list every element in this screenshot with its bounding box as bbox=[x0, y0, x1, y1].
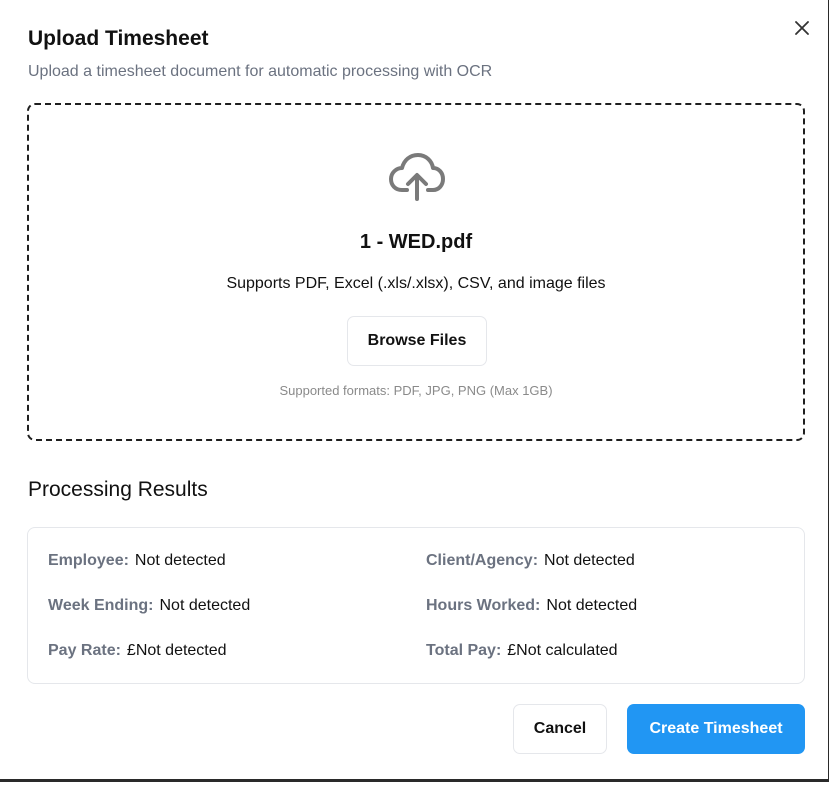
pay-rate-value: £Not detected bbox=[126, 642, 227, 659]
cloud-upload-icon bbox=[389, 153, 445, 201]
week-ending-value: Not detected bbox=[159, 597, 251, 614]
total-pay-value: £Not calculated bbox=[507, 642, 618, 659]
employee-value: Not detected bbox=[134, 552, 226, 569]
total-pay-label: Total Pay: bbox=[426, 642, 502, 659]
client-agency-value: Not detected bbox=[544, 552, 635, 569]
employee-label: Employee: bbox=[48, 552, 129, 569]
processing-results-card: Employee: Not detected Client/Agency: Not … bbox=[27, 527, 805, 684]
dialog-title: Upload Timesheet bbox=[28, 27, 209, 50]
supported-types-text: Supports PDF, Excel (.xls/.xlsx), CSV, a… bbox=[226, 275, 606, 292]
supported-formats-hint: Supported formats: PDF, JPG, PNG (Max 1G… bbox=[279, 383, 553, 398]
hours-worked-value: Not detected bbox=[546, 597, 638, 614]
hours-worked-field: Hours Worked: Not detected bbox=[426, 597, 637, 615]
create-timesheet-button[interactable]: Create Timesheet bbox=[627, 704, 805, 754]
week-ending-label: Week Ending: bbox=[48, 597, 154, 614]
browse-files-button[interactable]: Browse Files bbox=[347, 316, 487, 366]
client-agency-field: Client/Agency: Not detected bbox=[426, 552, 635, 570]
dialog-subtitle: Upload a timesheet document for automati… bbox=[28, 63, 493, 80]
client-agency-label: Client/Agency: bbox=[426, 552, 539, 569]
upload-timesheet-dialog: Upload Timesheet Upload a timesheet docu… bbox=[0, 0, 829, 782]
selected-filename: 1 - WED.pdf bbox=[359, 231, 473, 253]
employee-field: Employee: Not detected bbox=[48, 552, 226, 570]
processing-results-heading: Processing Results bbox=[28, 478, 208, 501]
total-pay-field: Total Pay: £Not calculated bbox=[426, 642, 618, 660]
close-icon[interactable] bbox=[795, 21, 809, 35]
close-button[interactable] bbox=[791, 17, 813, 39]
hours-worked-label: Hours Worked: bbox=[426, 597, 541, 614]
week-ending-field: Week Ending: Not detected bbox=[48, 597, 250, 615]
pay-rate-field: Pay Rate: £Not detected bbox=[48, 642, 227, 660]
pay-rate-label: Pay Rate: bbox=[48, 642, 121, 659]
cancel-button[interactable]: Cancel bbox=[513, 704, 607, 754]
file-dropzone[interactable]: 1 - WED.pdf Supports PDF, Excel (.xls/.x… bbox=[27, 103, 805, 441]
